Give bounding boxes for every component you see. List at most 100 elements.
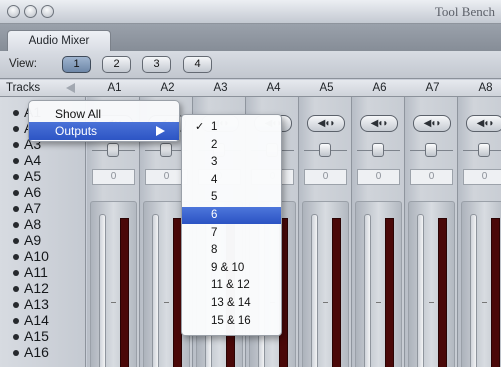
view-button-3[interactable]: 3	[142, 56, 171, 73]
level-meter	[332, 218, 341, 367]
pan-slider-knob[interactable]	[319, 143, 331, 157]
output-menu-item[interactable]: 15 & 16	[182, 313, 281, 330]
track-bullet-icon	[13, 254, 19, 260]
output-menu-item[interactable]: 8	[182, 242, 281, 259]
menu-item-outputs[interactable]: Outputs	[29, 122, 179, 140]
output-menu-item[interactable]: 11 & 12	[182, 277, 281, 294]
volume-fader[interactable]	[311, 214, 318, 367]
output-menu-item[interactable]: 9 & 10	[182, 260, 281, 277]
view-button-1[interactable]: 1	[62, 56, 91, 73]
track-row[interactable]: A5	[0, 169, 86, 183]
track-row[interactable]: A8	[0, 216, 86, 232]
level-meter	[438, 218, 447, 367]
fader-tick	[376, 302, 381, 303]
collapse-triangle-icon[interactable]	[66, 83, 75, 93]
track-bullet-icon	[13, 286, 19, 292]
track-bullet-icon	[13, 158, 19, 164]
zoom-window-button[interactable]	[41, 5, 54, 18]
fader-tick	[323, 302, 328, 303]
volume-fader[interactable]	[417, 214, 424, 367]
output-menu-item[interactable]: 13 & 14	[182, 295, 281, 312]
column-header: A5	[319, 82, 334, 94]
outputs-submenu: ✓ 1 2 3 4 5 6 7 8 9 & 10 11 & 12 13 & 14 15 & 16	[181, 114, 282, 336]
view-button-2[interactable]: 2	[102, 56, 131, 73]
view-label: View:	[9, 58, 37, 70]
pan-slider-knob[interactable]	[160, 143, 172, 157]
menu-item-show-all[interactable]: Show All	[29, 105, 179, 123]
pan-knob[interactable]: ◀◖◗	[466, 115, 501, 132]
track-bullet-icon	[13, 142, 19, 148]
track-name: A15	[24, 328, 49, 344]
track-bullet-icon	[13, 302, 19, 308]
pan-slider-knob[interactable]	[107, 143, 119, 157]
track-bullet-icon	[13, 270, 19, 276]
track-name: A14	[24, 312, 49, 328]
track-bullet-icon	[13, 222, 19, 228]
fader-tick	[482, 302, 487, 303]
fader-panel	[302, 201, 349, 367]
output-menu-item-label: 7	[211, 226, 218, 239]
channel-strip: ◀◖◗ 0	[299, 97, 352, 367]
channel-strip: ◀◖◗ 0	[405, 97, 458, 367]
level-value-field[interactable]: 0	[463, 169, 501, 185]
level-value-field[interactable]: 0	[357, 169, 400, 185]
tab-audio-mixer[interactable]: Audio Mixer	[7, 30, 111, 51]
track-row[interactable]: A11	[0, 264, 86, 280]
pan-knob[interactable]: ◀◖◗	[360, 115, 398, 132]
level-meter	[491, 218, 500, 367]
level-value-field[interactable]: 0	[304, 169, 347, 185]
output-menu-item[interactable]: 2	[182, 137, 281, 154]
output-menu-item-label: 5	[211, 191, 218, 204]
track-bullet-icon	[13, 190, 19, 196]
track-row[interactable]: A10	[0, 249, 86, 263]
volume-fader[interactable]	[99, 214, 106, 367]
volume-fader[interactable]	[470, 214, 477, 367]
track-row[interactable]: A4	[0, 152, 86, 168]
track-name: A8	[24, 216, 42, 232]
pan-slider-knob[interactable]	[478, 143, 490, 157]
track-row[interactable]: A15	[0, 328, 86, 344]
tool-bench-window: Tool Bench Audio Mixer View: 1 2 3 4 Tra…	[0, 0, 501, 367]
title-bar[interactable]: Tool Bench	[0, 0, 501, 24]
volume-fader[interactable]	[364, 214, 371, 367]
pan-knob[interactable]: ◀◖◗	[413, 115, 451, 132]
track-row[interactable]: A13	[0, 296, 86, 312]
output-menu-item-label: 8	[211, 244, 218, 257]
track-row[interactable]: A16	[0, 345, 86, 359]
level-value-field[interactable]: 0	[410, 169, 453, 185]
track-bullet-icon	[13, 206, 19, 212]
column-header: A7	[425, 82, 440, 94]
track-row[interactable]: A14	[0, 312, 86, 328]
output-menu-item[interactable]: 4	[182, 172, 281, 189]
track-row[interactable]: A6	[0, 185, 86, 199]
track-name: A13	[24, 296, 49, 312]
pan-slider-knob[interactable]	[372, 143, 384, 157]
track-name: A4	[24, 152, 42, 168]
output-menu-item-label: 2	[211, 138, 218, 151]
column-header: A1	[107, 82, 122, 94]
fader-tick	[111, 302, 116, 303]
view-button-4[interactable]: 4	[183, 56, 212, 73]
minimize-window-button[interactable]	[24, 5, 37, 18]
track-row[interactable]: A12	[0, 281, 86, 295]
track-name: A11	[24, 264, 48, 280]
close-window-button[interactable]	[7, 5, 20, 18]
track-row[interactable]: A7	[0, 200, 86, 216]
output-menu-item-label: 13 & 14	[211, 297, 251, 309]
output-menu-item[interactable]: 7	[182, 225, 281, 242]
tracks-context-menu: Show All Outputs	[28, 100, 180, 142]
output-menu-item[interactable]: ✓ 1	[182, 119, 281, 136]
pan-slider-knob[interactable]	[425, 143, 437, 157]
track-row[interactable]: A9	[0, 233, 86, 247]
track-name: A7	[24, 200, 42, 216]
volume-fader[interactable]	[152, 214, 159, 367]
output-menu-item-label: 15 & 16	[211, 314, 251, 327]
output-menu-item[interactable]: 3	[182, 154, 281, 171]
output-menu-item[interactable]: 5	[182, 189, 281, 206]
output-menu-item-label: 9 & 10	[211, 261, 245, 274]
level-value-field[interactable]: 0	[92, 169, 135, 185]
track-bullet-icon	[13, 110, 19, 116]
pan-knob[interactable]: ◀◖◗	[307, 115, 345, 132]
output-menu-item[interactable]: 6	[182, 207, 281, 224]
level-meter	[120, 218, 129, 367]
